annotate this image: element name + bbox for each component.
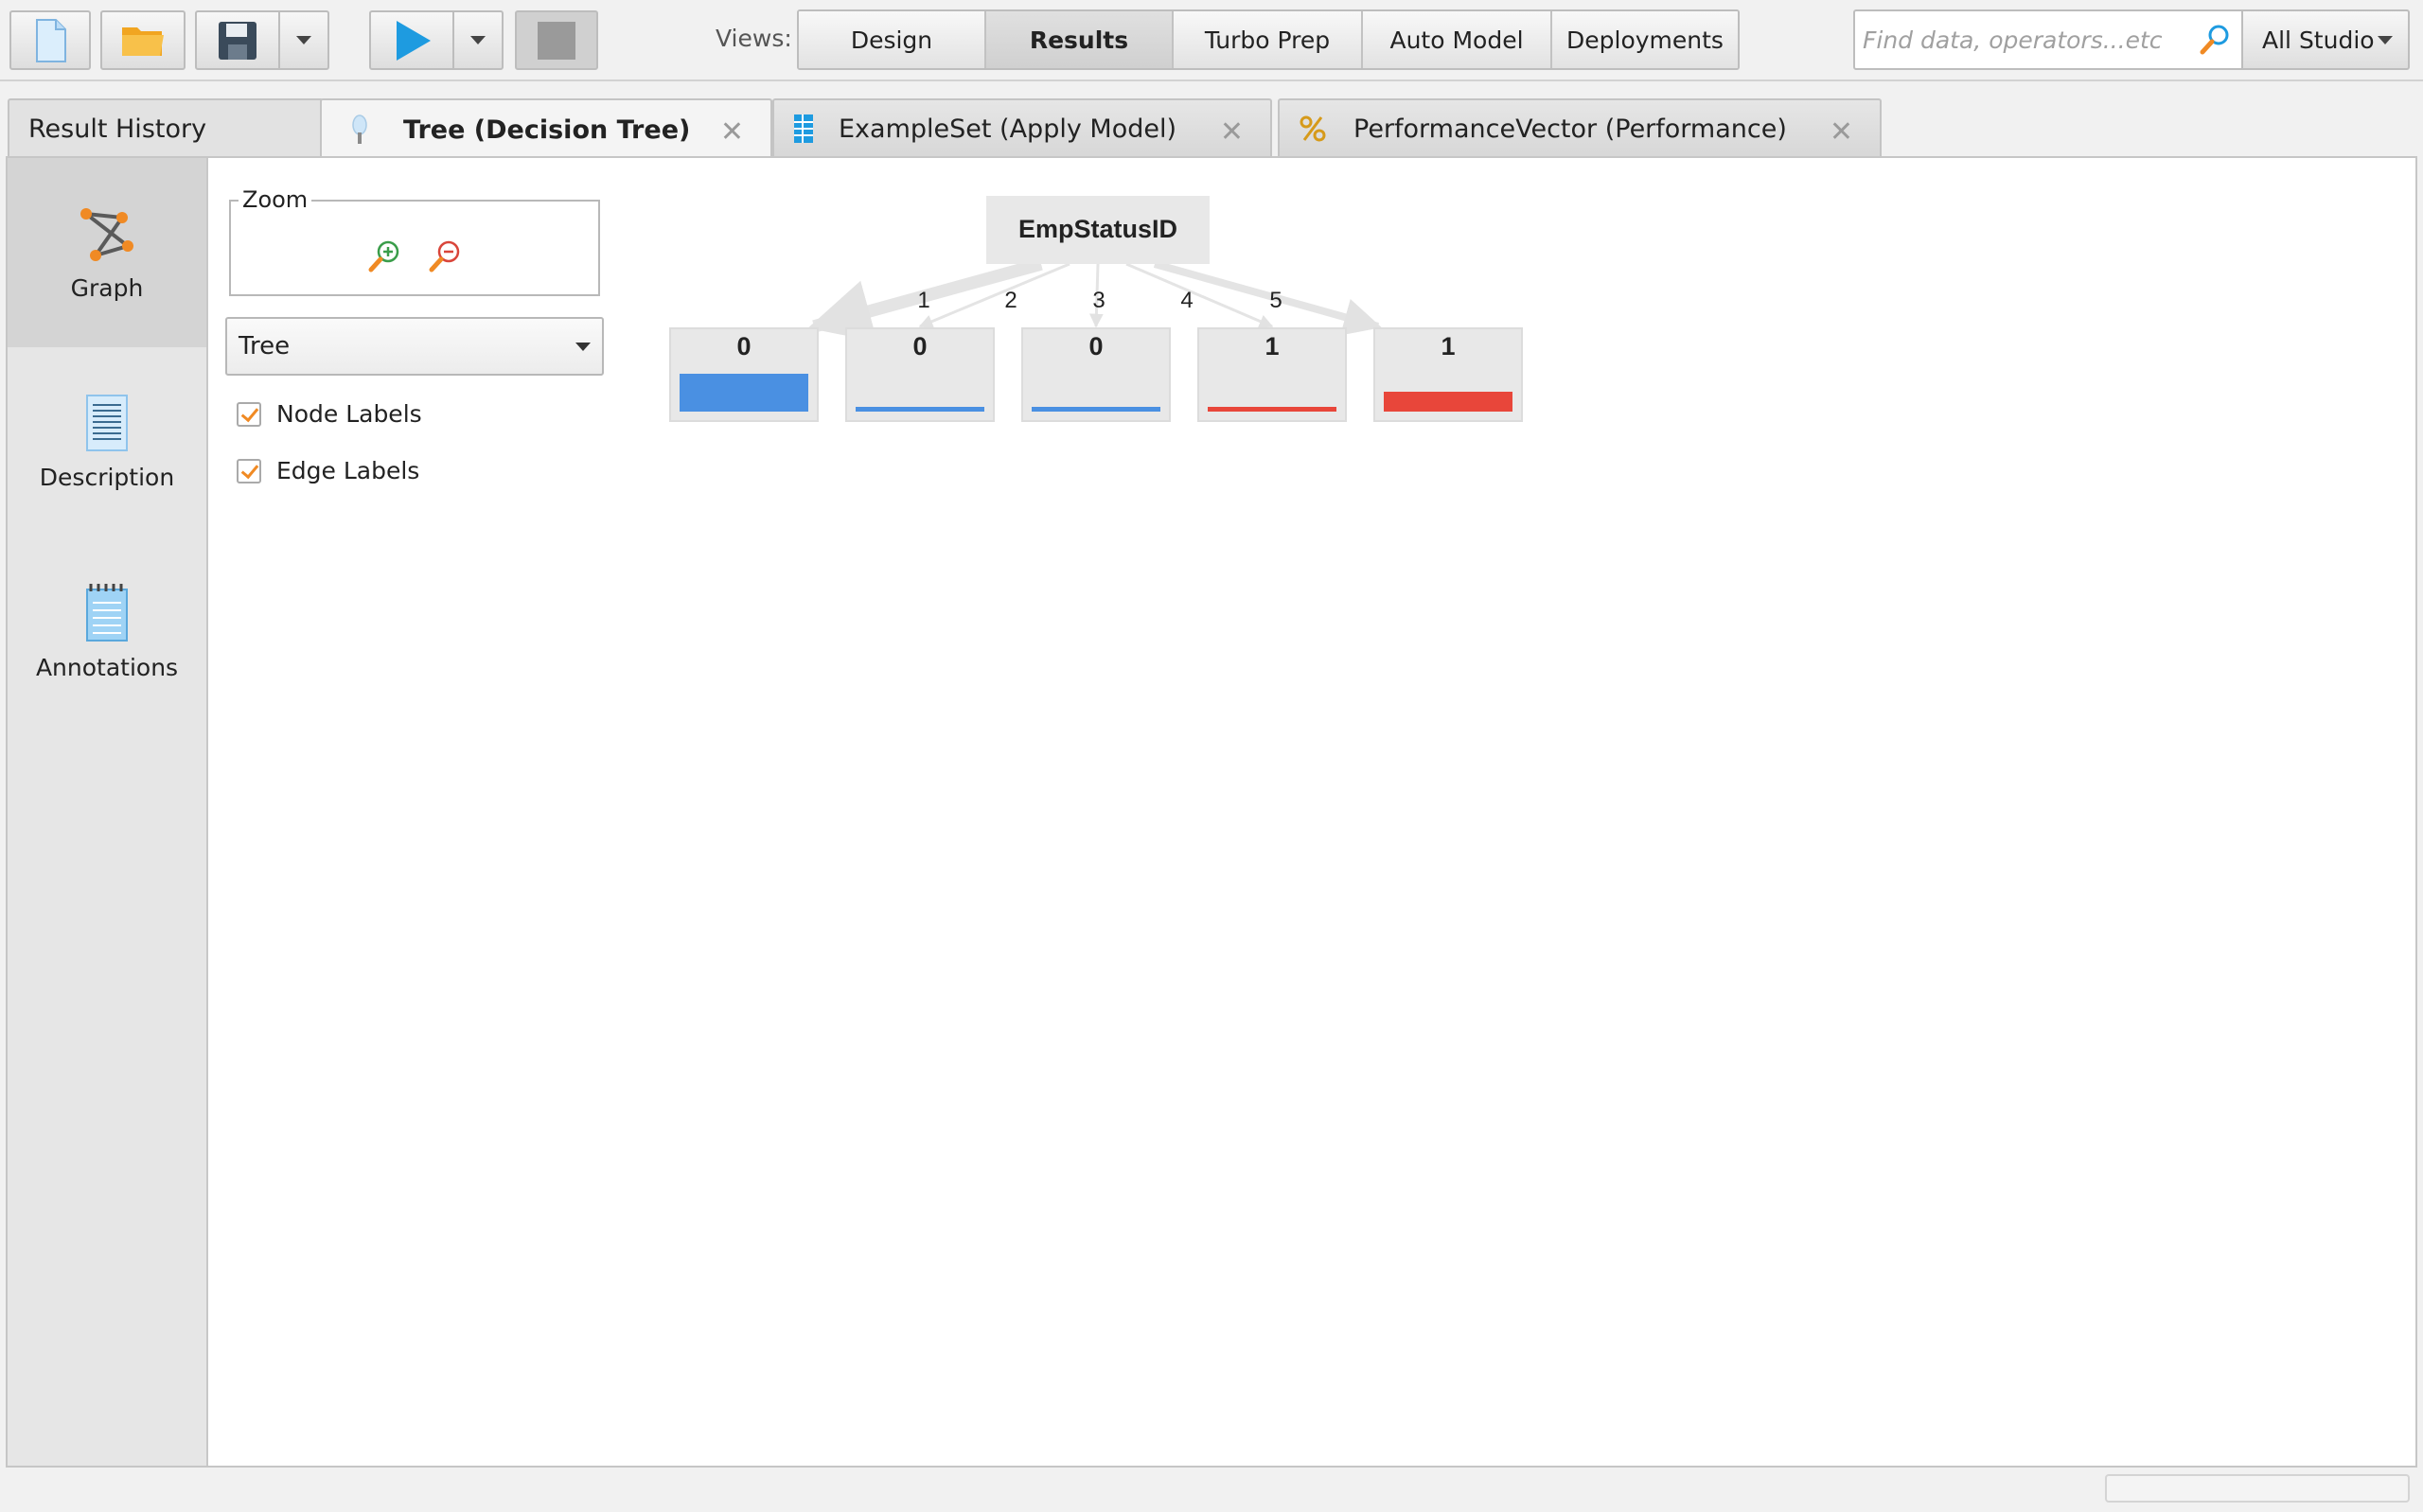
new-process-button[interactable] (9, 10, 91, 70)
status-bar-field (2105, 1474, 2410, 1503)
node-labels-checkbox[interactable] (237, 401, 261, 427)
views-label: Views: (716, 25, 792, 52)
new-document-icon (36, 18, 66, 62)
sidebar-item-annotations[interactable]: Annotations (8, 536, 206, 726)
decision-tree-graph: 1 2 3 4 5 EmpStatusID 0 0 0 1 1 (669, 196, 1523, 422)
leaf-class-bar (1032, 407, 1160, 412)
description-icon (86, 394, 128, 451)
open-process-button[interactable] (100, 10, 186, 70)
tab-example-set[interactable]: ExampleSet (Apply Model) ✕ (772, 98, 1272, 157)
table-icon (794, 114, 813, 143)
node-labels-label: Node Labels (276, 400, 422, 428)
edge-label: 4 (1180, 288, 1193, 313)
tab-label: Tree (Decision Tree) (403, 114, 691, 145)
view-turbo-prep-button[interactable]: Turbo Prep (1174, 11, 1363, 68)
zoom-in-icon[interactable] (365, 237, 403, 275)
sidebar-item-graph[interactable]: Graph (8, 158, 206, 347)
run-button[interactable] (369, 10, 454, 70)
view-mode-sidebar: Graph Description Annotations (8, 158, 208, 1466)
close-icon[interactable]: ✕ (1220, 115, 1244, 149)
chevron-down-icon (470, 36, 486, 44)
view-design-button[interactable]: Design (799, 11, 986, 68)
tree-leaf-node[interactable]: 0 (845, 327, 995, 422)
views-switcher: Design Results Turbo Prep Auto Model Dep… (797, 9, 1740, 70)
chevron-down-icon (296, 36, 311, 44)
main-toolbar: Views: Design Results Turbo Prep Auto Mo… (0, 0, 2423, 81)
stop-icon (538, 21, 575, 60)
tab-result-history[interactable]: Result History (8, 98, 324, 157)
leaf-class-bar (680, 374, 808, 412)
tab-decision-tree[interactable]: Tree (Decision Tree) ✕ (320, 98, 772, 159)
run-dropdown-button[interactable] (452, 10, 504, 70)
tree-leaf-node[interactable]: 0 (669, 327, 819, 422)
chevron-down-icon (2378, 35, 2393, 44)
tab-label: Result History (28, 114, 207, 144)
global-search (1853, 9, 2243, 70)
close-icon[interactable]: ✕ (720, 115, 744, 149)
tab-label: PerformanceVector (Performance) (1353, 114, 1787, 144)
view-auto-model-button[interactable]: Auto Model (1363, 11, 1552, 68)
percent-icon (1300, 115, 1326, 142)
leaf-class-bar (1208, 407, 1336, 412)
edge-label: 3 (1092, 288, 1105, 313)
edge-label: 5 (1269, 288, 1282, 313)
edge-labels-checkbox[interactable] (237, 458, 261, 483)
close-icon[interactable]: ✕ (1830, 115, 1853, 149)
tab-label: ExampleSet (Apply Model) (839, 114, 1176, 144)
tree-icon (352, 114, 367, 144)
leaf-label: 0 (1088, 332, 1103, 360)
edge-label: 2 (1004, 288, 1017, 313)
save-icon (219, 21, 256, 60)
view-deployments-button[interactable]: Deployments (1552, 11, 1738, 68)
save-dropdown-button[interactable] (278, 10, 329, 70)
search-scope-dropdown[interactable]: All Studio (2241, 9, 2410, 70)
stop-button[interactable] (515, 10, 598, 70)
search-icon[interactable] (2198, 23, 2232, 57)
chevron-down-icon (575, 342, 591, 351)
leaf-label: 1 (1441, 332, 1455, 360)
layout-select-value: Tree (239, 332, 291, 360)
zoom-label: Zoom (239, 186, 312, 213)
edge-labels-label: Edge Labels (276, 457, 420, 484)
layout-select[interactable]: Tree (225, 317, 604, 376)
tab-performance-vector[interactable]: PerformanceVector (Performance) ✕ (1278, 98, 1882, 157)
tree-root-node[interactable]: EmpStatusID (986, 196, 1210, 264)
zoom-out-icon[interactable] (426, 237, 464, 275)
tree-leaf-node[interactable]: 1 (1373, 327, 1523, 422)
tree-leaf-node[interactable]: 1 (1197, 327, 1347, 422)
graph-icon (80, 207, 133, 261)
leaf-class-bar (856, 407, 984, 412)
search-input[interactable] (1863, 26, 2194, 54)
view-results-button[interactable]: Results (986, 11, 1174, 68)
edge-labels-option[interactable]: Edge Labels (237, 457, 419, 484)
result-tabs: Result History Tree (Decision Tree) ✕ Ex… (0, 98, 2423, 159)
play-icon (397, 20, 431, 61)
tree-leaf-node[interactable]: 0 (1021, 327, 1171, 422)
root-node-label: EmpStatusID (1018, 215, 1177, 243)
save-button[interactable] (195, 10, 280, 70)
search-scope-label: All Studio (2262, 26, 2375, 54)
leaf-class-bar (1384, 392, 1512, 412)
node-labels-option[interactable]: Node Labels (237, 400, 422, 428)
sidebar-item-label: Graph (70, 273, 144, 302)
leaf-label: 1 (1265, 332, 1279, 360)
sidebar-item-label: Annotations (35, 653, 179, 681)
sidebar-item-description[interactable]: Description (8, 347, 206, 536)
result-view: Graph Description Annotations Zoom Tree … (6, 156, 2417, 1468)
leaf-label: 0 (736, 332, 751, 360)
zoom-panel: Zoom (229, 186, 600, 296)
sidebar-item-label: Description (39, 463, 175, 491)
folder-icon (122, 26, 164, 56)
annotations-icon (86, 583, 128, 642)
edge-label: 1 (917, 288, 929, 313)
leaf-label: 0 (912, 332, 927, 360)
